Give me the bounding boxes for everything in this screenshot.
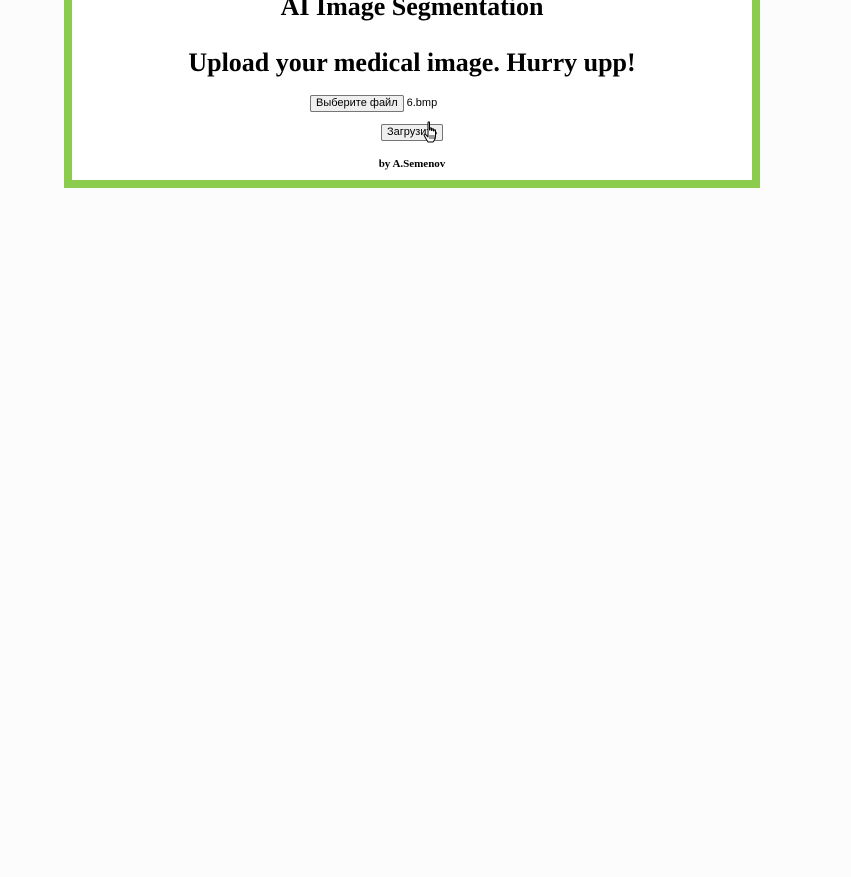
file-input[interactable]: Выберите файл 6.bmp [310,94,437,112]
author-byline: by A.Semenov [378,158,446,170]
hand-pointer-icon [423,121,436,143]
choose-file-button[interactable]: Выберите файл [310,94,404,112]
main-frame: AI Image Segmentation Upload your medica… [64,0,760,188]
selected-file-name: 6.bmp [406,97,438,109]
page-title: AI Image Segmentation [280,0,544,21]
page-subtitle: Upload your medical image. Hurry upp! [188,48,636,77]
